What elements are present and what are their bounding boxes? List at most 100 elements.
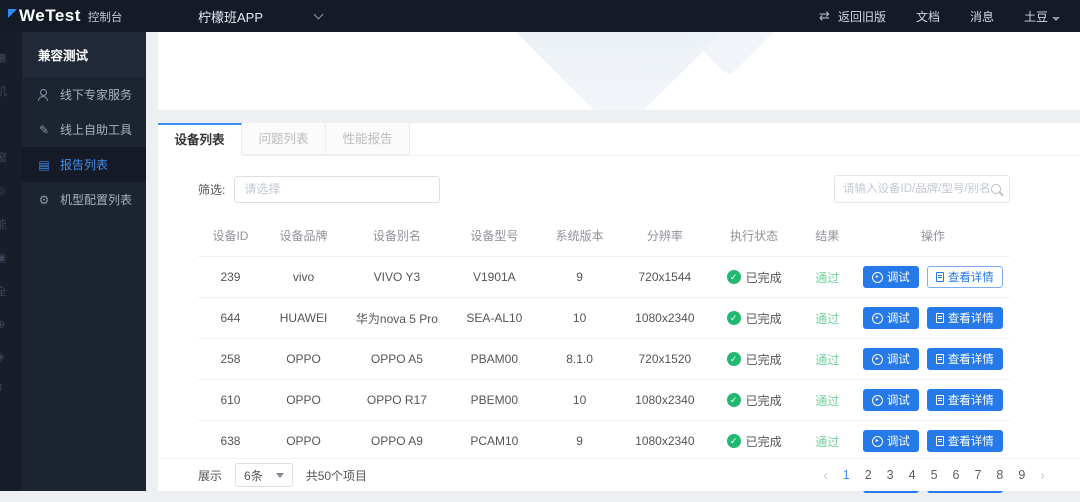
sidebar-item-label: 线上自助工具 — [60, 121, 132, 138]
play-icon: ▸ — [872, 272, 883, 283]
table-row: 644HUAWEI华为nova 5 ProSEA-AL10101080x2340… — [198, 298, 1010, 339]
debug-button[interactable]: ▸调试 — [863, 389, 919, 411]
sidebar-item-label: 机型配置列表 — [60, 191, 132, 208]
view-detail-button[interactable]: 查看详情 — [927, 307, 1003, 329]
docs-link[interactable]: 文档 — [916, 8, 940, 25]
page-number[interactable]: 3 — [887, 468, 894, 482]
cell-resolution: 1080x2340 — [620, 421, 709, 462]
view-detail-label: 查看详情 — [948, 351, 994, 367]
rail-glyph: ⊕ — [0, 318, 22, 331]
cell-os: 8.1.0 — [539, 339, 620, 380]
cell-os: 9 — [539, 421, 620, 462]
wetest-logo[interactable]: WeTest 控制台 — [0, 6, 150, 26]
document-icon — [936, 436, 944, 446]
debug-button[interactable]: ▸调试 — [863, 430, 919, 452]
user-icon — [37, 89, 51, 101]
sidebar-item-label: 报告列表 — [60, 156, 108, 173]
cell-brand: HUAWEI — [263, 298, 344, 339]
cell-status: ✓已完成 — [710, 298, 799, 339]
rail-glyph: ↑ — [0, 118, 22, 130]
debug-button[interactable]: ▸调试 — [863, 307, 919, 329]
column-header: 设备型号 — [450, 217, 539, 257]
next-page-button[interactable]: › — [1040, 467, 1045, 483]
sidebar-item-0[interactable]: 线下专家服务 — [22, 77, 146, 112]
sidebar-item-label: 线下专家服务 — [60, 86, 132, 103]
status-text: 已完成 — [746, 433, 782, 450]
view-detail-button[interactable]: 查看详情 — [927, 348, 1003, 370]
table-header-row: 设备ID设备品牌设备别名设备型号系统版本分辨率执行状态结果操作 — [198, 217, 1010, 257]
view-detail-label: 查看详情 — [948, 433, 994, 449]
cell-model: PBEM00 — [450, 380, 539, 421]
topbar: WeTest 控制台 柠檬班APP ⇄ 返回旧版 文档 消息 土豆 — [0, 0, 1080, 32]
view-detail-button[interactable]: 查看详情 — [927, 389, 1003, 411]
page-number[interactable]: 5 — [931, 468, 938, 482]
cell-os: 10 — [539, 380, 620, 421]
page-number[interactable]: 2 — [865, 468, 872, 482]
report-icon: ▤ — [37, 158, 51, 172]
pagination-bar: 展示 6条 共50个项目 ‹123456789› — [158, 458, 1080, 491]
page-number[interactable]: 7 — [974, 468, 981, 482]
page-number[interactable]: 6 — [953, 468, 960, 482]
column-header: 结果 — [799, 217, 856, 257]
cell-id: 644 — [198, 298, 263, 339]
page-list: ‹ 1 2 3 4 5 67 8 9 › — [823, 467, 1045, 483]
page-number[interactable]: 4 — [909, 468, 916, 482]
cell-brand: OPPO — [263, 421, 344, 462]
play-icon: ▸ — [872, 313, 883, 324]
column-header: 分辨率 — [620, 217, 709, 257]
column-header: 设备ID — [198, 217, 263, 257]
debug-button[interactable]: ▸调试 — [863, 348, 919, 370]
status-badge: ✓ 已完成 — [727, 392, 782, 409]
collapsed-nav-rail[interactable]: ▦机↑窗◎能▣全⊕◈8 — [0, 32, 22, 491]
back-to-old-link[interactable]: 返回旧版 — [838, 8, 886, 25]
cell-id: 610 — [198, 380, 263, 421]
messages-link[interactable]: 消息 — [970, 8, 994, 25]
content-card: 设备列表问题列表性能报告 筛选: 设备ID设备品牌设备别名设备型号系统版本分辨率… — [158, 123, 1080, 491]
table-row: 258OPPOOPPO A5PBAM008.1.0720x1520✓已完成通过▸… — [198, 339, 1010, 380]
success-check-icon: ✓ — [727, 270, 741, 284]
cell-status: ✓ 已完成 — [710, 421, 799, 462]
sidebar-item-2[interactable]: ▤ 报告列表 — [22, 147, 146, 182]
debug-button[interactable]: ▸调试 — [863, 266, 919, 288]
cell-model: SEA-AL10 — [450, 298, 539, 339]
status-badge: ✓已完成 — [727, 269, 782, 286]
total-count: 共50个项目 — [306, 467, 367, 484]
sidebar-item-3[interactable]: ⚙机型配置列表 — [22, 182, 146, 217]
filter-label: 筛选: — [198, 181, 225, 198]
page-number[interactable]: 1 — [843, 468, 850, 482]
cell-resolution: 720x1544 — [620, 257, 709, 298]
app-selector[interactable]: 柠檬班APP — [198, 7, 322, 26]
tab-0[interactable]: 设备列表 — [158, 123, 242, 156]
page-number[interactable]: 9 — [1018, 468, 1025, 482]
cell-actions: ▸调试 查看详情 — [856, 421, 1010, 462]
rail-glyph: ▦ — [0, 51, 22, 64]
tab-2[interactable]: 性能报告 — [326, 123, 410, 155]
tab-1[interactable]: 问题列表 — [242, 123, 326, 155]
app-selector-label: 柠檬班APP — [198, 7, 263, 26]
column-header: 设备别名 — [344, 217, 450, 257]
switch-version-icon: ⇄ — [819, 8, 830, 24]
rail-glyph: 窗 — [0, 149, 22, 165]
cell-alias: OPPO A9 — [344, 421, 450, 462]
view-detail-button[interactable]: 查看详情 — [927, 266, 1003, 288]
user-menu[interactable]: 土豆 — [1024, 8, 1060, 25]
hero-illustration — [513, 32, 725, 110]
document-icon — [936, 313, 944, 323]
rail-glyph: ▣ — [0, 251, 22, 264]
page-number[interactable]: 8 — [996, 468, 1003, 482]
search-icon[interactable] — [991, 184, 1001, 194]
success-check-icon: ✓ — [727, 311, 741, 325]
view-detail-label: 查看详情 — [948, 310, 994, 326]
cell-actions: ▸调试查看详情 — [856, 380, 1010, 421]
debug-label: 调试 — [887, 351, 910, 367]
logo-text: WeTest — [19, 6, 81, 26]
sidebar-item-1[interactable]: ✎线上自助工具 — [22, 112, 146, 147]
view-detail-button[interactable]: 查看详情 — [927, 430, 1003, 452]
status-text: 已完成 — [746, 392, 782, 409]
success-check-icon: ✓ — [727, 434, 741, 448]
search-input[interactable] — [843, 183, 991, 195]
filter-input[interactable] — [234, 176, 440, 203]
success-check-icon: ✓ — [727, 393, 741, 407]
page-size-select[interactable]: 6条 — [235, 463, 293, 487]
prev-page-button[interactable]: ‹ — [823, 467, 828, 483]
